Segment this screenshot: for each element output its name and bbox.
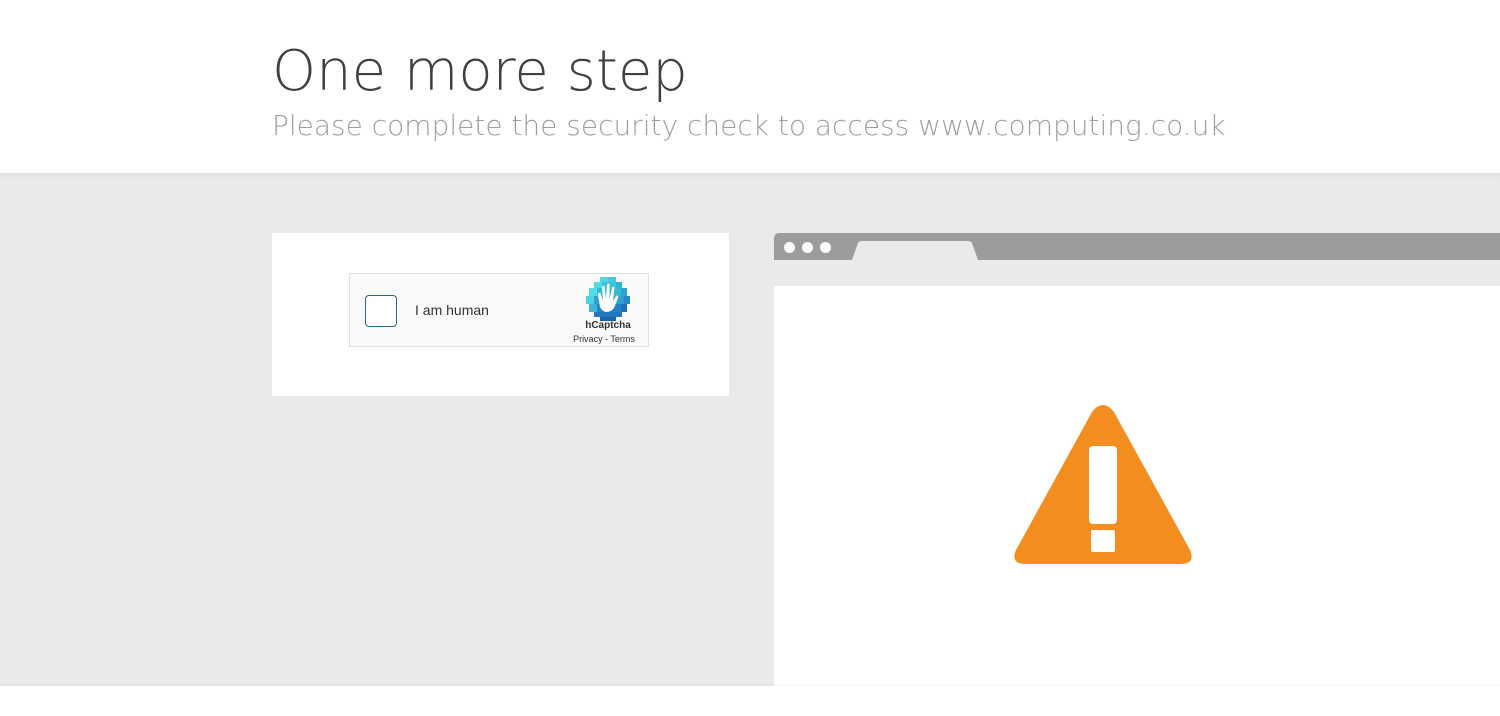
hcaptcha-widget[interactable]: I am human hCaptcha Privacy - Terms	[349, 273, 649, 347]
privacy-link[interactable]: Privacy	[573, 334, 603, 344]
hcaptcha-links: Privacy - Terms	[558, 334, 650, 344]
page-title: One more step	[272, 39, 688, 104]
window-dot-icon	[802, 242, 813, 253]
browser-address-strip	[774, 260, 1500, 286]
warning-icon	[1014, 405, 1192, 564]
browser-viewport	[774, 286, 1500, 686]
hcaptcha-brand-label: hCaptcha	[585, 320, 631, 331]
hcaptcha-logo-icon	[586, 277, 630, 321]
browser-tab-icon	[852, 241, 978, 260]
page-header: One more step Please complete the securi…	[0, 0, 1500, 173]
window-dot-icon	[784, 242, 795, 253]
terms-link[interactable]: Terms	[610, 334, 635, 344]
page-footer	[0, 686, 1500, 716]
captcha-card: I am human hCaptcha Privacy - Terms	[272, 233, 729, 396]
browser-title-bar	[774, 233, 1500, 260]
page-subtitle: Please complete the security check to ac…	[272, 109, 1226, 142]
human-checkbox[interactable]	[365, 295, 397, 327]
checkbox-label: I am human	[415, 302, 489, 318]
window-dot-icon	[820, 242, 831, 253]
browser-illustration	[774, 233, 1500, 686]
